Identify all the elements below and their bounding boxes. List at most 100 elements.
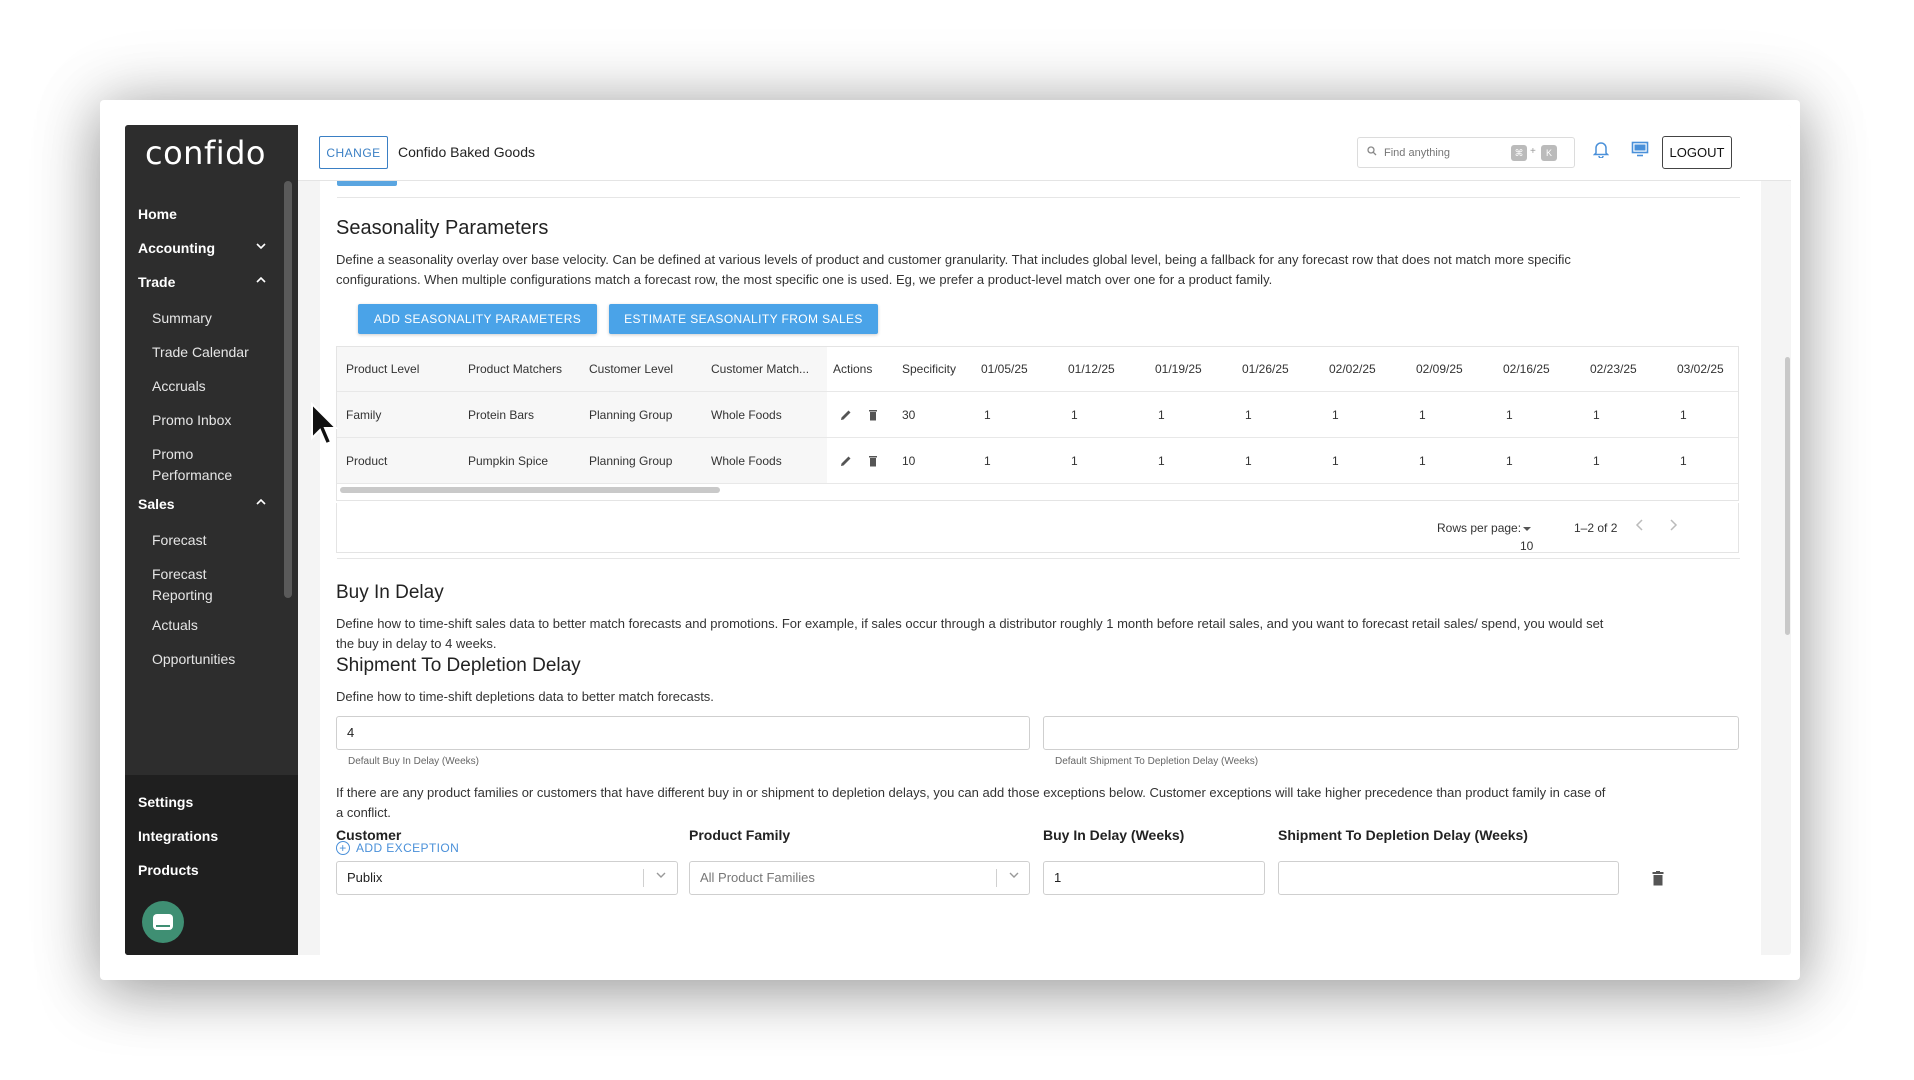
edit-icon[interactable] bbox=[840, 455, 852, 467]
default-buy-in-delay-input[interactable]: 4 bbox=[336, 716, 1030, 750]
column-header-week[interactable]: 02/09/25 bbox=[1416, 347, 1463, 392]
delete-icon[interactable] bbox=[868, 409, 880, 421]
settings-content: Seasonality Parameters Define a seasonal… bbox=[320, 181, 1761, 955]
cell-product-level: Family bbox=[346, 408, 382, 422]
rows-per-page-label: Rows per page: bbox=[1437, 521, 1522, 535]
previous-page-icon[interactable] bbox=[1635, 519, 1645, 534]
seasonality-table: Product Level Product Matchers Customer … bbox=[336, 346, 1739, 501]
cell-week-value: 1 bbox=[1158, 454, 1165, 468]
bell-icon[interactable] bbox=[1592, 140, 1610, 163]
buy-in-delay-description: Define how to time-shift sales data to b… bbox=[336, 614, 1603, 654]
change-company-button[interactable]: CHANGE bbox=[319, 136, 388, 169]
page-scrollbar[interactable] bbox=[1785, 357, 1790, 635]
sidebar-item-label: Forecast bbox=[152, 566, 207, 582]
sidebar-item-sales[interactable]: Sales bbox=[138, 496, 175, 512]
logout-button[interactable]: LOGOUT bbox=[1662, 136, 1732, 169]
sidebar-item-promo-performance[interactable]: Promo Performance bbox=[152, 444, 232, 486]
seasonality-description-line-1: Define a seasonality overlay over base v… bbox=[336, 252, 1571, 267]
column-header-customer-level[interactable]: Customer Level bbox=[589, 347, 673, 392]
edit-icon[interactable] bbox=[840, 409, 852, 421]
global-search[interactable]: ⌘ + K bbox=[1357, 137, 1575, 168]
sidebar-scrollbar[interactable] bbox=[284, 181, 292, 598]
product-family-select-value: All Product Families bbox=[700, 870, 815, 885]
sidebar-item-opportunities[interactable]: Opportunities bbox=[152, 649, 235, 670]
display-icon[interactable] bbox=[1631, 141, 1649, 162]
confido-logo[interactable]: confido bbox=[125, 125, 298, 181]
sidebar-item-accounting[interactable]: Accounting bbox=[138, 240, 215, 256]
column-header-product-level[interactable]: Product Level bbox=[346, 347, 419, 392]
add-seasonality-parameters-button[interactable]: ADD SEASONALITY PARAMETERS bbox=[358, 304, 597, 334]
sidebar-item-accruals[interactable]: Accruals bbox=[152, 376, 206, 397]
sidebar-item-label: Reporting bbox=[152, 587, 213, 603]
sidebar-item-forecast-reporting[interactable]: Forecast Reporting bbox=[152, 564, 213, 606]
column-header-week[interactable]: 01/26/25 bbox=[1242, 347, 1289, 392]
sidebar-item-home[interactable]: Home bbox=[138, 206, 177, 222]
exception-shipment-input[interactable] bbox=[1278, 861, 1619, 895]
column-header-week[interactable]: 03/02/25 bbox=[1677, 347, 1724, 392]
estimate-seasonality-button[interactable]: ESTIMATE SEASONALITY FROM SALES bbox=[609, 304, 878, 334]
exceptions-col-product-family: Product Family bbox=[689, 827, 791, 843]
rows-per-page-select[interactable]: 10 bbox=[1520, 521, 1533, 553]
exception-buy-in-input[interactable]: 1 bbox=[1043, 861, 1265, 895]
column-header-week[interactable]: 02/16/25 bbox=[1503, 347, 1550, 392]
column-header-week[interactable]: 01/05/25 bbox=[981, 347, 1028, 392]
cell-week-value: 1 bbox=[1506, 454, 1513, 468]
sidebar-item-settings[interactable]: Settings bbox=[138, 794, 193, 810]
column-header-week[interactable]: 01/12/25 bbox=[1068, 347, 1115, 392]
buy-in-delay-description-line-2: the buy in delay to 4 weeks. bbox=[336, 636, 497, 651]
cell-week-value: 1 bbox=[1245, 454, 1252, 468]
sidebar-item-products[interactable]: Products bbox=[138, 862, 199, 878]
cell-week-value: 1 bbox=[1419, 408, 1426, 422]
cell-specificity: 30 bbox=[902, 408, 916, 422]
table-header-row: Product Level Product Matchers Customer … bbox=[337, 347, 1738, 392]
column-header-customer-matchers[interactable]: Customer Match... bbox=[711, 347, 809, 392]
table-row[interactable]: Product Pumpkin Spice Planning Group Who… bbox=[337, 439, 1738, 484]
chevron-up-icon[interactable] bbox=[255, 274, 267, 286]
default-buy-in-delay-helper: Default Buy In Delay (Weeks) bbox=[348, 756, 479, 767]
product-family-select[interactable]: All Product Families bbox=[689, 861, 1030, 895]
caret-down-icon bbox=[1523, 527, 1531, 531]
sidebar-item-forecast[interactable]: Forecast bbox=[152, 530, 206, 551]
sidebar-item-summary[interactable]: Summary bbox=[152, 308, 212, 329]
column-header-specificity[interactable]: Specificity bbox=[902, 347, 956, 392]
sidebar-item-promo-inbox[interactable]: Promo Inbox bbox=[152, 410, 231, 431]
cell-specificity: 10 bbox=[902, 454, 916, 468]
next-page-icon[interactable] bbox=[1668, 519, 1678, 534]
chevron-down-icon[interactable] bbox=[255, 240, 267, 252]
select-separator bbox=[643, 869, 644, 887]
cell-week-value: 1 bbox=[1245, 408, 1252, 422]
sidebar-item-trade[interactable]: Trade bbox=[138, 274, 175, 290]
add-exception-label: ADD EXCEPTION bbox=[356, 841, 460, 855]
delete-icon[interactable] bbox=[868, 455, 880, 467]
column-header-week[interactable]: 02/02/25 bbox=[1329, 347, 1376, 392]
table-horizontal-scrollbar[interactable] bbox=[340, 487, 720, 493]
search-input[interactable] bbox=[1384, 144, 1504, 162]
chevron-down-icon[interactable] bbox=[656, 870, 666, 883]
cell-customer-matchers: Whole Foods bbox=[711, 454, 782, 468]
sidebar-item-integrations[interactable]: Integrations bbox=[138, 828, 218, 844]
column-header-week[interactable]: 01/19/25 bbox=[1155, 347, 1202, 392]
cell-week-value: 1 bbox=[1419, 454, 1426, 468]
exceptions-note: If there are any product families or cus… bbox=[336, 783, 1605, 823]
chat-support-button[interactable] bbox=[142, 901, 184, 943]
cell-week-value: 1 bbox=[1332, 454, 1339, 468]
cell-customer-level: Planning Group bbox=[589, 408, 673, 422]
default-shipment-delay-input[interactable] bbox=[1043, 716, 1739, 750]
cell-week-value: 1 bbox=[1680, 454, 1687, 468]
pagination-range: 1–2 of 2 bbox=[1574, 521, 1618, 535]
top-header: CHANGE Confido Baked Goods ⌘ + K LOGOUT bbox=[298, 125, 1791, 181]
sidebar-item-actuals[interactable]: Actuals bbox=[152, 615, 198, 636]
cell-product-matchers: Pumpkin Spice bbox=[468, 454, 549, 468]
sidebar-item-trade-calendar[interactable]: Trade Calendar bbox=[152, 342, 249, 363]
add-exception-button[interactable]: + ADD EXCEPTION bbox=[336, 841, 459, 855]
table-row[interactable]: Family Protein Bars Planning Group Whole… bbox=[337, 393, 1738, 438]
customer-select[interactable]: Publix bbox=[336, 861, 678, 895]
column-header-week[interactable]: 02/23/25 bbox=[1590, 347, 1637, 392]
chevron-up-icon[interactable] bbox=[255, 496, 267, 508]
sidebar: confido Home Accounting Trade Summary Tr… bbox=[125, 125, 298, 955]
delete-exception-icon[interactable] bbox=[1652, 871, 1664, 891]
column-header-product-matchers[interactable]: Product Matchers bbox=[468, 347, 562, 392]
seasonality-description: Define a seasonality overlay over base v… bbox=[336, 250, 1571, 290]
chevron-down-icon[interactable] bbox=[1009, 870, 1019, 883]
divider bbox=[337, 197, 1740, 198]
